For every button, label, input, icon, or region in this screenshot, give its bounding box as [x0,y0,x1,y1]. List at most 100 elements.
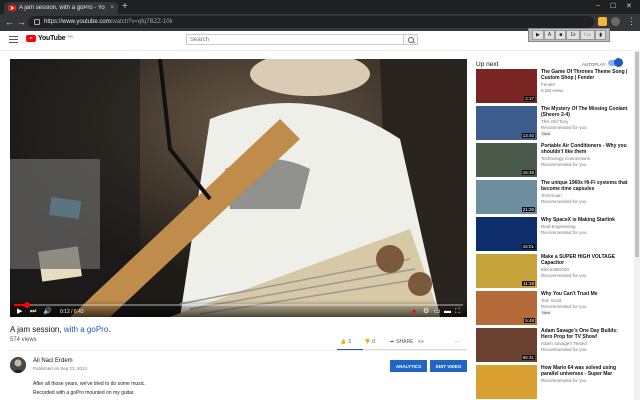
browser-tab[interactable]: A jam session, with a goPro - Yo × [4,2,118,14]
scrollbar-thumb[interactable] [635,52,639,257]
popup-bar-button[interactable]: ▮ [595,30,606,40]
recommendation-title[interactable]: How Mario 64 was solved using parallel u… [541,365,629,377]
browser-menu-icon[interactable]: ⋮ [627,16,636,27]
recommendation-title[interactable]: The unique 1960s Hi-Fi systems that beco… [541,180,629,192]
tab-close-icon[interactable]: × [110,5,114,11]
theater-mode-icon[interactable]: ▬ [444,308,451,316]
description-line: Recorded with a goPro mounted on my guit… [33,390,135,396]
video-thumbnail[interactable]: 16:48 [476,143,537,177]
youtube-favicon-icon [8,5,16,11]
popup-speed-button[interactable]: 1x [566,30,580,40]
video-thumbnail[interactable]: 5:48 [476,291,537,325]
minimize-button[interactable]: – [596,2,600,9]
recommendation-channel[interactable]: Fender [541,82,555,87]
video-thumbnail[interactable]: 13:40 [476,106,537,140]
play-button[interactable]: ▶ [17,308,22,316]
back-button[interactable]: ← [5,17,14,27]
profile-avatar[interactable] [611,17,620,26]
recommendation-item[interactable]: 55:31 Adam Savage's One Day Builds: Hero … [476,328,628,362]
settings-icon[interactable]: ⚙ [423,308,429,316]
url-host: https://www.youtube.com [44,19,111,25]
address-bar[interactable]: https://www.youtube.com/watch?v=qfq7BZZ-… [28,16,594,28]
analytics-button[interactable]: ANALYTICS [390,360,427,372]
popup-play-button[interactable]: ▶ [532,30,544,40]
recommendation-title[interactable]: Adam Savage's One Day Builds: Hero Prop … [541,328,629,340]
recommendation-item[interactable]: 5:48 Why You Can't Trust Me Tom Scott Recom… [476,291,628,325]
channel-name[interactable]: Ali Naci Erdem [33,358,73,364]
recommendation-channel[interactable]: Real Engineering [541,224,576,229]
duration-badge: 21:26 [521,207,535,212]
like-count: 3 [348,339,352,345]
video-thumbnail[interactable]: 11:18 [476,254,537,288]
recommendation-item[interactable]: How Mario 64 was solved using parallel u… [476,365,628,399]
recommendation-item[interactable]: 13:40 The Mystery Of The Missing Coolant … [476,106,628,140]
video-title: A jam session, with a goPro. [10,325,111,334]
recommendation-channel[interactable]: Adam Savage's Tested [541,341,587,346]
search-button[interactable] [404,34,418,45]
recommendation-item[interactable]: 2:17 The Game Of Thrones Theme Song | Cus… [476,69,628,103]
share-button[interactable]: ➦ SHARE [390,339,413,345]
recommendation-channel[interactable]: This Old Tony [541,119,568,124]
url-text: https://www.youtube.com/watch?v=qfq7BZZ-… [44,19,173,25]
popup-stop-button[interactable]: ■ [555,30,567,40]
video-player[interactable] [10,59,467,317]
progress-bar[interactable] [14,304,463,306]
like-button[interactable]: 👍 3 [340,339,351,345]
miniplayer-icon[interactable]: ▭ [434,308,441,316]
lock-icon [34,19,40,25]
recommendation-item[interactable]: 21:26 The unique 1960s Hi-Fi systems that… [476,180,628,214]
recommendation-title[interactable]: Make a SUPER HIGH VOLTAGE Capacitor [541,254,629,266]
recommendation-item[interactable]: 16:01 Why SpaceX is Making Starlink Real E… [476,217,628,251]
tab-title: A jam session, with a goPro - Yo [19,5,105,11]
more-actions-icon[interactable]: ··· [455,339,460,345]
up-next-heading: Up next [476,61,499,68]
autoplay-indicator[interactable]: ● [412,308,416,316]
video-thumbnail[interactable]: 21:26 [476,180,537,214]
recommendation-channel[interactable]: Tom Scott [541,298,561,303]
close-window-button[interactable]: ✕ [626,2,632,10]
extension-popup: ▶ A ■ 1x ↑↓↓ ▮ [528,28,610,42]
recommendation-title[interactable]: The Mystery Of The Missing Coolant (Shee… [541,106,629,118]
new-tab-button[interactable]: + [122,1,128,12]
video-title-start: A jam session, [10,325,64,334]
volume-icon[interactable]: 🔊 [43,308,52,316]
logo-country: FR [67,34,73,39]
maximize-button[interactable]: ☐ [610,2,616,10]
save-button[interactable]: ≡+ [418,339,424,345]
video-thumbnail[interactable]: 16:01 [476,217,537,251]
recommendation-channel[interactable]: ElectroBOOM [541,267,569,272]
recommendation-title[interactable]: The Game Of Thrones Theme Song | Custom … [541,69,629,81]
duration-badge: 55:31 [521,355,535,360]
dislike-button[interactable]: 👎 0 [364,339,375,345]
video-thumbnail[interactable] [476,365,537,399]
hamburger-menu-icon[interactable] [9,36,18,43]
next-button[interactable]: ⏭ [30,308,36,316]
divider [10,350,467,351]
new-badge: New [541,310,552,315]
recommendation-meta: Recommended for you [541,162,587,167]
time-display: 0:12 / 6:43 [60,309,84,315]
recommendation-channel[interactable]: Recommended for you [541,378,587,383]
edit-video-button[interactable]: EDIT VIDEO [430,360,467,372]
video-title-end: . [108,325,111,334]
recommendation-title[interactable]: Portable Air Conditioners - Why you shou… [541,143,629,155]
recommendation-item[interactable]: 16:48 Portable Air Conditioners - Why you… [476,143,628,177]
channel-avatar[interactable] [10,357,26,373]
extension-icon[interactable] [598,17,607,26]
youtube-logo[interactable]: YouTube FR [26,34,73,42]
duration-badge: 13:40 [521,133,535,138]
recommendation-title[interactable]: Why You Can't Trust Me [541,291,629,297]
playlist-add-icon: ≡+ [418,339,424,345]
recommendation-channel[interactable]: Technology Connections [541,156,590,161]
search-input[interactable] [186,34,404,45]
recommendation-channel[interactable]: Techmoan [541,193,562,198]
fullscreen-icon[interactable]: ⛶ [455,308,460,316]
popup-a-button[interactable]: A [543,30,556,40]
popup-sort-button[interactable]: ↑↓↓ [579,30,596,40]
recommendation-item[interactable]: 11:18 Make a SUPER HIGH VOLTAGE Capacitor… [476,254,628,288]
video-thumbnail[interactable]: 55:31 [476,328,537,362]
recommendation-title[interactable]: Why SpaceX is Making Starlink [541,217,629,223]
video-thumbnail[interactable]: 2:17 [476,69,537,103]
autoplay-toggle-knob[interactable] [614,58,623,67]
forward-button[interactable]: → [17,17,26,27]
